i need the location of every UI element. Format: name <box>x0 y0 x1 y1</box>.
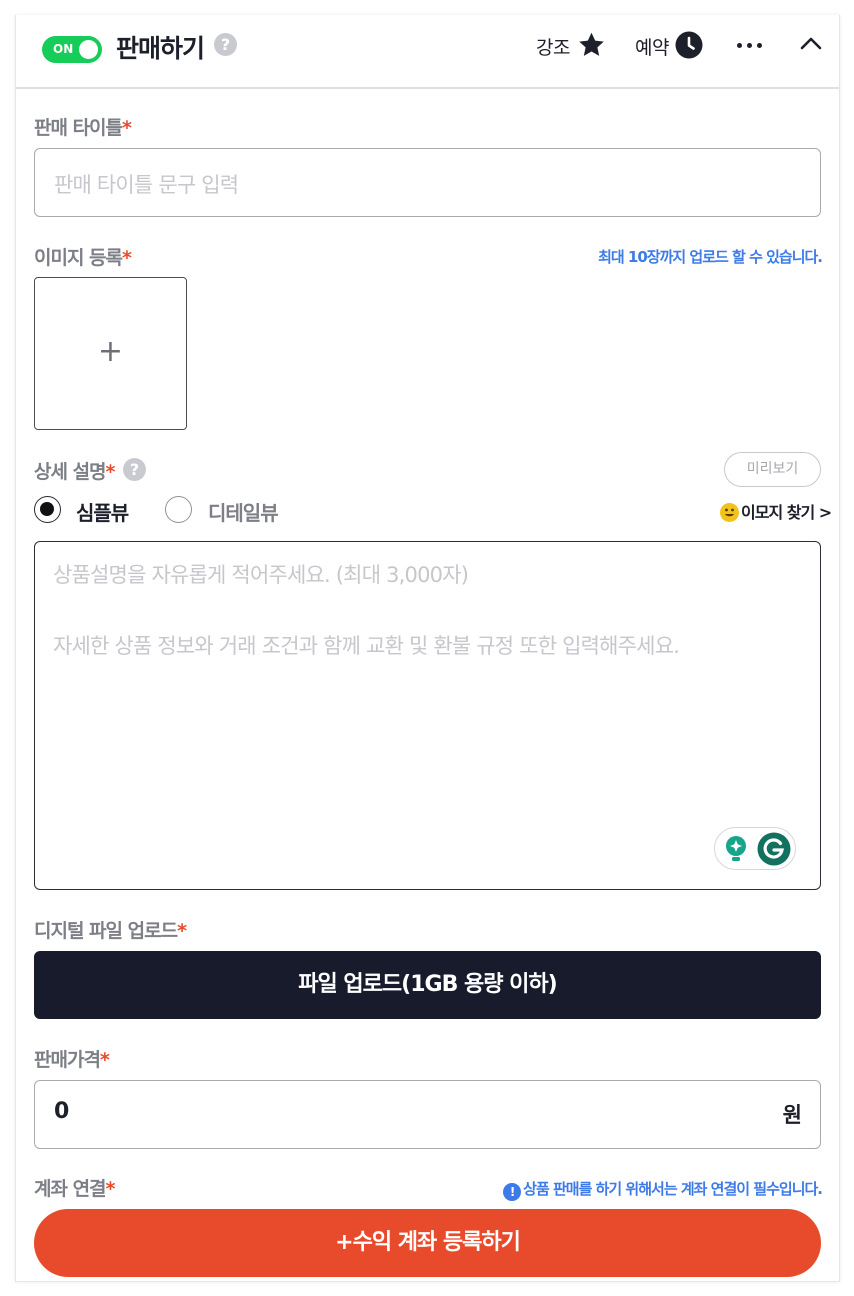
question-icon[interactable]: ? <box>123 458 146 481</box>
price-value: 0 <box>54 1099 70 1124</box>
plus-icon: + <box>97 334 124 369</box>
price-unit: 원 <box>782 1103 802 1127</box>
image-label-text: 이미지 등록 <box>34 247 123 269</box>
sale-title-label: 판매 타이틀* <box>34 113 132 140</box>
account-label: 계좌 연결* <box>34 1174 116 1201</box>
simple-view-label[interactable]: 심플뷰 <box>76 497 129 526</box>
emoji-link-label: 이모지 찾기 > <box>741 503 832 522</box>
account-label-text: 계좌 연결 <box>34 1178 107 1200</box>
sell-panel: ON 판매하기 ? 강조 예약 판매 타이틀* 판매 타이틀 문구 입력 이미지… <box>15 15 840 1282</box>
description-placeholder-line2: 자세한 상품 정보와 거래 조건과 함께 교환 및 환불 규정 또한 입력해주세… <box>53 634 680 658</box>
description-textarea[interactable]: 상품설명을 자유롭게 적어주세요. (최대 3,000자) 자세한 상품 정보와… <box>34 541 821 890</box>
more-icon[interactable] <box>737 43 763 49</box>
grammarly-bulb-icon[interactable] <box>723 835 749 863</box>
toggle-knob <box>79 40 98 59</box>
account-hint: ! 상품 판매를 하기 위해서는 계좌 연결이 필수입니다. <box>503 1178 823 1201</box>
file-upload-button[interactable]: 파일 업로드(1GB 용량 이하) <box>34 951 821 1019</box>
price-input[interactable]: 0 원 <box>34 1080 821 1149</box>
required-mark: * <box>105 1178 116 1200</box>
emoji-search-link[interactable]: 이모지 찾기 > <box>720 499 832 523</box>
detail-view-radio[interactable] <box>165 496 192 523</box>
required-mark: * <box>99 1049 110 1071</box>
required-mark: * <box>122 247 132 269</box>
sale-title-placeholder: 판매 타이틀 문구 입력 <box>54 173 239 197</box>
image-label: 이미지 등록* <box>34 243 132 270</box>
required-mark: * <box>122 117 132 139</box>
grammarly-widget[interactable] <box>714 827 796 870</box>
preview-button[interactable]: 미리보기 <box>724 452 821 487</box>
required-mark: * <box>177 920 187 942</box>
price-label: 판매가격* <box>34 1045 110 1072</box>
description-placeholder-line1: 상품설명을 자유롭게 적어주세요. (최대 3,000자) <box>53 563 469 587</box>
panel-header: ON 판매하기 ? 강조 예약 <box>16 15 839 89</box>
description-label: 상세 설명* <box>34 457 116 484</box>
schedule-label[interactable]: 예약 <box>635 33 669 60</box>
emoji-icon <box>720 503 739 522</box>
register-account-button[interactable]: +수익 계좌 등록하기 <box>34 1209 821 1277</box>
page-title: 판매하기 <box>116 34 205 63</box>
required-mark: * <box>105 461 116 483</box>
account-hint-text: 상품 판매를 하기 위해서는 계좌 연결이 필수입니다. <box>523 1180 823 1198</box>
sale-title-label-text: 판매 타이틀 <box>34 117 123 139</box>
highlight-label[interactable]: 강조 <box>536 33 570 60</box>
detail-view-label[interactable]: 디테일뷰 <box>208 497 279 526</box>
sell-toggle[interactable]: ON <box>42 36 102 63</box>
toggle-label: ON <box>53 42 74 56</box>
file-label: 디지털 파일 업로드* <box>34 916 187 943</box>
chevron-up-icon[interactable] <box>800 35 822 51</box>
grammarly-g-icon[interactable] <box>757 832 791 866</box>
question-icon[interactable]: ? <box>214 33 237 56</box>
info-icon: ! <box>503 1183 522 1201</box>
sale-title-input[interactable]: 판매 타이틀 문구 입력 <box>34 148 821 217</box>
image-hint: 최대 10장까지 업로드 할 수 있습니다. <box>598 248 823 266</box>
description-label-text: 상세 설명 <box>34 461 107 483</box>
image-upload-box[interactable]: + <box>34 277 187 430</box>
file-label-text: 디지털 파일 업로드 <box>34 920 178 942</box>
clock-icon[interactable] <box>675 31 703 59</box>
price-label-text: 판매가격 <box>34 1049 101 1071</box>
simple-view-radio[interactable] <box>34 496 61 523</box>
star-icon[interactable] <box>576 30 607 60</box>
